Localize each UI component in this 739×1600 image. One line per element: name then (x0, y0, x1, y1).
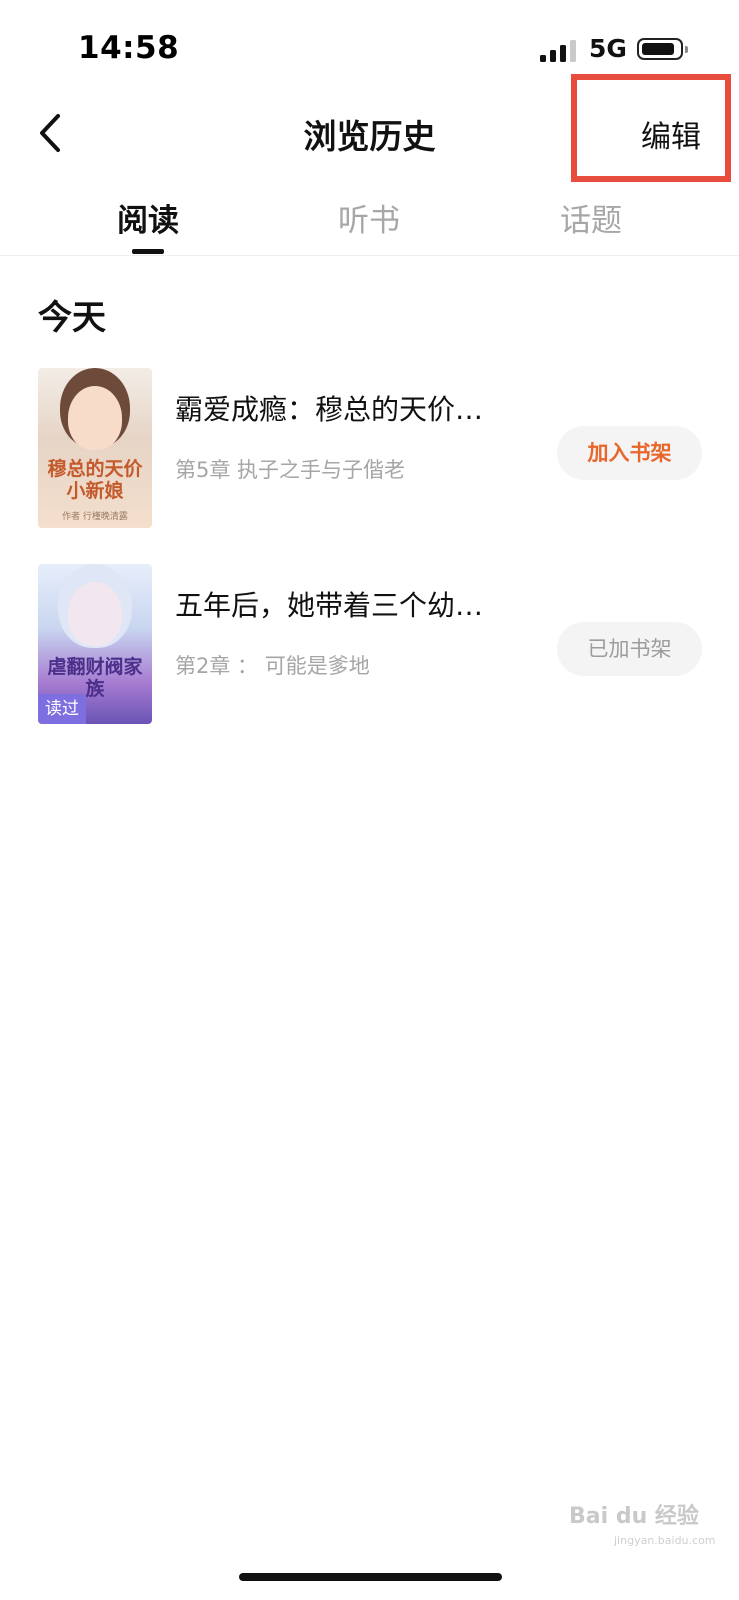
signal-icon (540, 40, 580, 62)
tab-bar: 阅读 听书 话题 (0, 185, 739, 256)
cover-title: 穆总的天价小新娘 (47, 458, 143, 502)
on-shelf-button[interactable]: 已加书架 (557, 622, 702, 676)
nav-header: 浏览历史 编辑 (0, 74, 739, 182)
edit-button[interactable]: 编辑 (641, 112, 701, 156)
book-cover[interactable]: 虐翻财阀家族 读过 (38, 564, 152, 724)
battery-icon (637, 38, 688, 60)
cover-author: 作者 行槿晚清露 (62, 512, 128, 522)
home-indicator (239, 1573, 502, 1581)
history-item[interactable]: 穆总的天价小新娘 作者 行槿晚清露 霸爱成瘾：穆总的天价… 第5章 执子之手与子… (0, 368, 739, 533)
add-to-shelf-button[interactable]: 加入书架 (557, 426, 702, 480)
chapter-progress: 第2章 ： 可能是爹地 (175, 654, 370, 678)
book-cover[interactable]: 穆总的天价小新娘 作者 行槿晚清露 (38, 368, 152, 528)
book-title[interactable]: 五年后，她带着三个幼… (175, 584, 505, 624)
baidu-watermark-url: jingyan.baidu.com (614, 1534, 716, 1547)
chapter-progress: 第5章 执子之手与子偕老 (175, 458, 406, 482)
book-title[interactable]: 霸爱成瘾：穆总的天价… (175, 388, 505, 428)
tab-reading[interactable]: 阅读 (88, 195, 208, 240)
status-time: 14:58 (78, 30, 180, 66)
tab-audiobook[interactable]: 听书 (309, 195, 429, 240)
section-title-today: 今天 (38, 298, 106, 338)
active-tab-indicator (132, 249, 164, 254)
read-badge: 读过 (38, 694, 86, 724)
history-item[interactable]: 虐翻财阀家族 读过 五年后，她带着三个幼… 第2章 ： 可能是爹地 已加书架 (0, 564, 739, 729)
network-type: 5G (589, 34, 627, 63)
tab-topics[interactable]: 话题 (531, 195, 651, 240)
baidu-watermark: Bai du 经验 (569, 1504, 699, 1529)
